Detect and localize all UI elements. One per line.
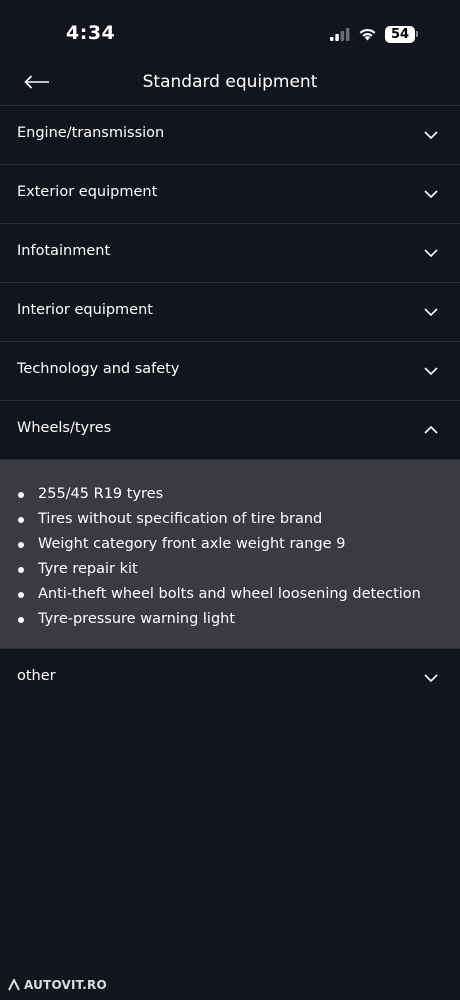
bullet-icon <box>18 542 24 548</box>
section-other[interactable]: other <box>0 649 460 707</box>
chevron-down-icon <box>424 131 438 140</box>
signal-icon <box>330 27 350 41</box>
page-title: Standard equipment <box>142 72 318 92</box>
section-label: Interior equipment <box>17 302 153 318</box>
chevron-down-icon <box>424 190 438 199</box>
bullet-icon <box>18 592 24 598</box>
list-item: Tyre-pressure warning light <box>0 607 460 632</box>
section-engine-transmission[interactable]: Engine/transmission <box>0 106 460 165</box>
chevron-up-icon <box>424 425 438 434</box>
autovit-logo-icon <box>8 979 20 991</box>
bullet-icon <box>18 617 24 623</box>
battery-level: 54 <box>385 25 415 43</box>
chevron-down-icon <box>424 367 438 376</box>
section-label: Technology and safety <box>17 361 180 377</box>
list-item-text: Anti-theft wheel bolts and wheel looseni… <box>38 586 421 602</box>
status-icons: 54 <box>330 24 418 44</box>
list-item-text: 255/45 R19 tyres <box>38 486 164 502</box>
list-item-text: Tyre repair kit <box>38 561 138 577</box>
battery-icon: 54 <box>385 25 418 43</box>
list-item-text: Tyre-pressure warning light <box>38 611 236 627</box>
section-infotainment[interactable]: Infotainment <box>0 224 460 283</box>
section-label: other <box>17 668 56 684</box>
equipment-accordion: Engine/transmission Exterior equipment I… <box>0 106 460 707</box>
section-label: Engine/transmission <box>17 125 165 141</box>
section-label: Wheels/tyres <box>17 420 112 436</box>
autovit-watermark: AUTOVIT.RO <box>8 978 107 992</box>
section-label: Exterior equipment <box>17 184 158 200</box>
section-technology-safety[interactable]: Technology and safety <box>0 342 460 401</box>
wheels-tyres-list: 255/45 R19 tyres Tires without specifica… <box>0 482 460 632</box>
status-time: 4:34 <box>66 22 116 44</box>
status-bar: 4:34 54 <box>0 0 460 62</box>
chevron-down-icon <box>424 308 438 317</box>
section-label: Infotainment <box>17 243 111 259</box>
chevron-down-icon <box>424 674 438 683</box>
wifi-icon <box>359 28 376 41</box>
list-item: 255/45 R19 tyres <box>0 482 460 507</box>
list-item: Anti-theft wheel bolts and wheel looseni… <box>0 582 460 607</box>
chevron-down-icon <box>424 249 438 258</box>
section-wheels-tyres[interactable]: Wheels/tyres <box>0 401 460 460</box>
header: Standard equipment <box>0 62 460 106</box>
bullet-icon <box>18 567 24 573</box>
bullet-icon <box>18 492 24 498</box>
section-exterior-equipment[interactable]: Exterior equipment <box>0 165 460 224</box>
watermark-text: AUTOVIT.RO <box>24 978 107 992</box>
list-item-text: Weight category front axle weight range … <box>38 536 346 552</box>
section-interior-equipment[interactable]: Interior equipment <box>0 283 460 342</box>
wheels-tyres-panel: 255/45 R19 tyres Tires without specifica… <box>0 460 460 649</box>
list-item: Weight category front axle weight range … <box>0 532 460 557</box>
list-item: Tyre repair kit <box>0 557 460 582</box>
battery-tip <box>416 31 418 37</box>
app-screen: 4:34 54 Standard equipment Engine/transm… <box>0 0 460 1000</box>
list-item: Tires without specification of tire bran… <box>0 507 460 532</box>
list-item-text: Tires without specification of tire bran… <box>38 511 323 527</box>
bullet-icon <box>18 517 24 523</box>
